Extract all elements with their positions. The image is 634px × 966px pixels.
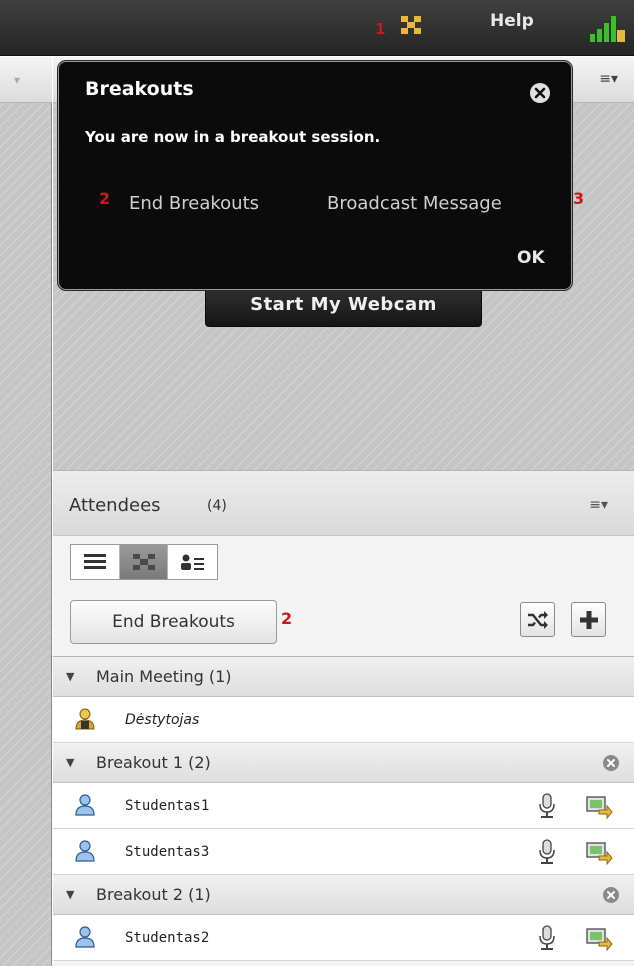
group-label: Breakout 1 (2): [96, 753, 211, 772]
microphone-icon[interactable]: [537, 793, 557, 819]
add-breakout-button[interactable]: [571, 602, 606, 637]
attendee-name: Dėstytojas: [125, 712, 200, 728]
breakout-view-icon: [132, 554, 155, 570]
attendees-header: Attendees (4) ≡▾: [53, 470, 634, 536]
plus-icon: [579, 610, 598, 629]
group-label: Main Meeting (1): [96, 667, 232, 686]
annotation-number-2: 2: [99, 189, 111, 208]
left-pod-strip: ▾: [0, 57, 52, 966]
broadcast-message-link[interactable]: Broadcast Message: [327, 193, 502, 214]
screen-share-icon[interactable]: [585, 840, 613, 866]
top-bar: 1 Help: [0, 0, 634, 56]
collapse-triangle-icon[interactable]: ▼: [66, 888, 74, 901]
screen-share-icon[interactable]: [585, 926, 613, 952]
participant-avatar-icon: [75, 926, 95, 948]
close-circle-icon[interactable]: [602, 754, 620, 772]
participant-avatar-icon: [75, 794, 95, 816]
view-switcher: [70, 544, 218, 580]
help-menu[interactable]: Help: [490, 11, 534, 31]
left-pod-header: ▾: [0, 57, 52, 103]
shuffle-button[interactable]: [520, 602, 555, 637]
signal-strength-icon[interactable]: [588, 12, 626, 44]
attendee-name: Studentas2: [125, 930, 210, 946]
attendee-row[interactable]: Studentas2: [53, 915, 634, 961]
attendee-view-icon: [180, 554, 204, 570]
microphone-icon[interactable]: [537, 925, 557, 951]
microphone-icon[interactable]: [537, 839, 557, 865]
annotation-number-1: 1: [375, 20, 386, 38]
group-header-breakout-1[interactable]: ▼ Breakout 1 (2): [53, 743, 634, 783]
end-breakouts-link[interactable]: End Breakouts: [129, 193, 259, 214]
attendee-name: Studentas1: [125, 798, 210, 814]
attendees-count: (4): [207, 498, 227, 514]
list-view-button[interactable]: [71, 545, 120, 579]
end-breakouts-button[interactable]: End Breakouts: [70, 600, 277, 644]
host-avatar-icon: [75, 708, 95, 730]
shuffle-icon: [527, 610, 548, 629]
attendees-title: Attendees: [69, 495, 161, 516]
popup-message: You are now in a breakout session.: [85, 128, 381, 146]
attendee-row[interactable]: Studentas3: [53, 829, 634, 875]
group-header-breakout-2[interactable]: ▼ Breakout 2 (1): [53, 875, 634, 915]
group-label: Breakout 2 (1): [96, 885, 211, 904]
attendee-name: Studentas3: [125, 844, 210, 860]
breakouts-popup: Breakouts You are now in a breakout sess…: [58, 61, 584, 290]
group-header-main-meeting[interactable]: ▼ Main Meeting (1): [53, 657, 634, 697]
annotation-number-2: 2: [281, 609, 293, 628]
breakout-view-button[interactable]: [119, 545, 169, 579]
screen-share-icon[interactable]: [585, 794, 613, 820]
close-icon[interactable]: [529, 82, 551, 104]
participant-avatar-icon: [75, 840, 95, 862]
collapse-triangle-icon[interactable]: ▼: [66, 670, 74, 683]
attendee-view-button[interactable]: [168, 545, 217, 579]
menu-icon[interactable]: ≡▾: [599, 71, 618, 87]
attendee-list: ▼ Main Meeting (1) Dėstytojas ▼ Breakout…: [53, 656, 634, 961]
annotation-number-3: 3: [573, 189, 585, 208]
attendee-row[interactable]: Studentas1: [53, 783, 634, 829]
popup-title: Breakouts: [85, 78, 194, 100]
ok-button[interactable]: OK: [517, 248, 545, 268]
collapse-triangle-icon[interactable]: ▼: [66, 756, 74, 769]
attendee-row[interactable]: Dėstytojas: [53, 697, 634, 743]
chevron-down-icon[interactable]: ▾: [14, 73, 20, 87]
attendees-pod: Attendees (4) ≡▾ End Breakouts 2 ▼ Main …: [53, 470, 634, 966]
menu-icon[interactable]: ≡▾: [589, 497, 608, 513]
list-view-icon: [83, 554, 106, 569]
breakout-icon[interactable]: [399, 14, 423, 36]
close-circle-icon[interactable]: [602, 886, 620, 904]
